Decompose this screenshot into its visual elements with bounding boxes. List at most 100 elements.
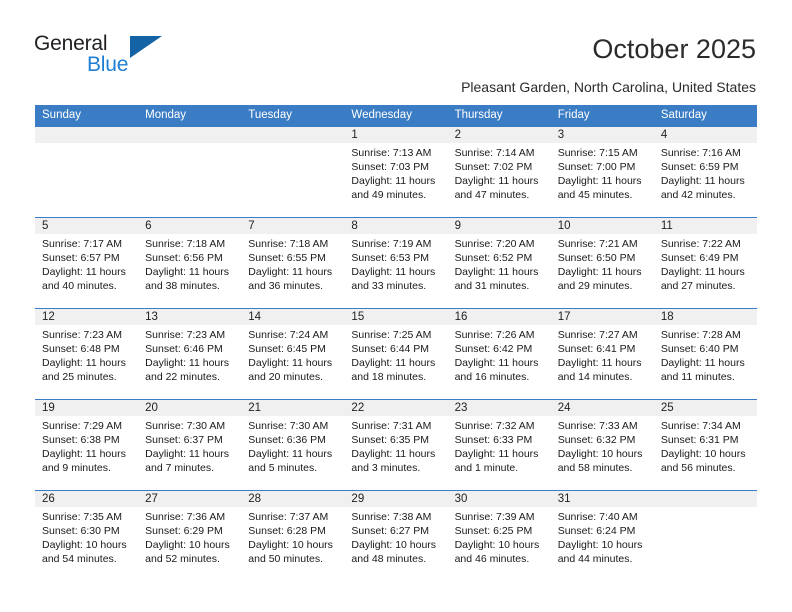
day-number: 6 [138, 218, 242, 234]
day-sun-info: Sunrise: 7:25 AM Sunset: 6:44 PM Daylight:… [344, 325, 447, 384]
calendar-day-cell[interactable]: 21 Sunrise: 7:30 AM Sunset: 6:36 PM Dayligh… [241, 399, 345, 491]
calendar-day-cell[interactable]: 25 Sunrise: 7:34 AM Sunset: 6:31 PM Dayligh… [653, 399, 757, 491]
day-cell-inner: 26 Sunrise: 7:35 AM Sunset: 6:30 PM Dayligh… [35, 491, 139, 581]
sunrise-time: Sunrise: 7:24 AM [248, 329, 329, 341]
day-number: 31 [550, 491, 654, 507]
calendar-day-cell[interactable]: 7 Sunrise: 7:18 AM Sunset: 6:55 PM Daylight… [241, 217, 345, 309]
day-cell-inner: 7 Sunrise: 7:18 AM Sunset: 6:55 PM Daylight… [241, 218, 345, 308]
calendar-day-cell[interactable]: 2 Sunrise: 7:14 AM Sunset: 7:02 PM Daylight… [447, 126, 551, 218]
daylight-duration-line1: Daylight: 11 hours [42, 357, 126, 370]
calendar-day-cell[interactable]: 18 Sunrise: 7:28 AM Sunset: 6:40 PM Dayligh… [653, 308, 757, 400]
daylight-duration-line1: Daylight: 11 hours [42, 448, 126, 461]
day-cell-inner: 4 Sunrise: 7:16 AM Sunset: 6:59 PM Daylight… [653, 127, 757, 217]
calendar-day-cell[interactable]: 16 Sunrise: 7:26 AM Sunset: 6:42 PM Dayligh… [447, 308, 551, 400]
calendar-day-cell[interactable]: 20 Sunrise: 7:30 AM Sunset: 6:37 PM Dayligh… [138, 399, 242, 491]
sunset-time: Sunset: 6:41 PM [557, 343, 636, 356]
daylight-duration-line2: and 56 minutes. [660, 462, 736, 475]
sunset-time: Sunset: 6:24 PM [557, 525, 636, 538]
day-number: 19 [35, 400, 139, 416]
calendar-day-cell[interactable]: 23 Sunrise: 7:32 AM Sunset: 6:33 PM Dayligh… [447, 399, 551, 491]
sunrise-time: Sunrise: 7:36 AM [145, 511, 226, 523]
sunset-time: Sunset: 6:31 PM [660, 434, 739, 447]
day-sun-info: Sunrise: 7:17 AM Sunset: 6:57 PM Daylight:… [35, 234, 138, 293]
calendar-day-cell[interactable]: 28 Sunrise: 7:37 AM Sunset: 6:28 PM Dayligh… [241, 490, 345, 581]
calendar-week-row: 12 Sunrise: 7:23 AM Sunset: 6:48 PM Dayligh… [35, 308, 757, 400]
sunrise-time: Sunrise: 7:30 AM [145, 420, 226, 432]
day-sun-info: Sunrise: 7:21 AM Sunset: 6:50 PM Daylight:… [551, 234, 654, 293]
calendar-day-cell[interactable]: 22 Sunrise: 7:31 AM Sunset: 6:35 PM Dayligh… [344, 399, 448, 491]
day-number: 1 [344, 127, 448, 143]
calendar-day-cell[interactable]: 29 Sunrise: 7:38 AM Sunset: 6:27 PM Dayligh… [344, 490, 448, 581]
day-number: 12 [35, 309, 139, 325]
weekday-header-row: Sunday Monday Tuesday Wednesday Thursday… [35, 105, 757, 127]
calendar-day-cell[interactable]: 13 Sunrise: 7:23 AM Sunset: 6:46 PM Dayligh… [138, 308, 242, 400]
daylight-duration-line2: and 11 minutes. [660, 371, 735, 384]
sunrise-time: Sunrise: 7:17 AM [42, 238, 122, 250]
sunset-time: Sunset: 6:52 PM [454, 252, 533, 265]
calendar-day-cell[interactable]: 24 Sunrise: 7:33 AM Sunset: 6:32 PM Dayligh… [550, 399, 654, 491]
daylight-duration-line2: and 14 minutes. [557, 371, 633, 384]
day-cell-inner: 1 Sunrise: 7:13 AM Sunset: 7:03 PM Daylight… [344, 127, 448, 217]
daylight-duration-line1: Daylight: 10 hours [42, 539, 127, 552]
day-number: 7 [241, 218, 345, 234]
calendar-day-cell[interactable]: 27 Sunrise: 7:36 AM Sunset: 6:29 PM Dayligh… [138, 490, 242, 581]
calendar-day-cell[interactable]: 19 Sunrise: 7:29 AM Sunset: 6:38 PM Dayligh… [35, 399, 139, 491]
calendar-day-cell[interactable]: 1 Sunrise: 7:13 AM Sunset: 7:03 PM Daylight… [344, 126, 448, 218]
day-cell-inner: 15 Sunrise: 7:25 AM Sunset: 6:44 PM Dayligh… [344, 309, 448, 399]
calendar-day-cell[interactable]: 10 Sunrise: 7:21 AM Sunset: 6:50 PM Dayligh… [550, 217, 654, 309]
sunrise-time: Sunrise: 7:18 AM [248, 238, 329, 250]
sunset-time: Sunset: 7:00 PM [557, 161, 636, 174]
calendar-day-cell[interactable]: 26 Sunrise: 7:35 AM Sunset: 6:30 PM Dayligh… [35, 490, 139, 581]
calendar-day-cell[interactable]: 5 Sunrise: 7:17 AM Sunset: 6:57 PM Daylight… [35, 217, 139, 309]
sunset-time: Sunset: 6:48 PM [42, 343, 120, 356]
day-number: 22 [344, 400, 448, 416]
day-number: 26 [35, 491, 139, 507]
sunset-time: Sunset: 6:44 PM [351, 343, 430, 356]
calendar-day-cell[interactable]: 15 Sunrise: 7:25 AM Sunset: 6:44 PM Dayligh… [344, 308, 448, 400]
day-number: 3 [550, 127, 654, 143]
calendar-week-row: 1 Sunrise: 7:13 AM Sunset: 7:03 PM Daylight… [35, 126, 757, 218]
sunset-time: Sunset: 6:55 PM [248, 252, 326, 265]
sunset-time: Sunset: 6:50 PM [557, 252, 636, 265]
page-title: October 2025 [592, 34, 756, 64]
day-sun-info: Sunrise: 7:29 AM Sunset: 6:38 PM Daylight:… [35, 416, 138, 475]
calendar-day-cell[interactable]: 31 Sunrise: 7:40 AM Sunset: 6:24 PM Dayligh… [550, 490, 654, 581]
calendar-day-cell[interactable]: 12 Sunrise: 7:23 AM Sunset: 6:48 PM Dayligh… [35, 308, 139, 400]
weekday-header-saturday: Saturday [653, 105, 757, 127]
daylight-duration-line1: Daylight: 11 hours [351, 448, 436, 461]
day-number [35, 127, 139, 143]
day-sun-info: Sunrise: 7:24 AM Sunset: 6:45 PM Daylight:… [241, 325, 344, 384]
day-cell-inner: 18 Sunrise: 7:28 AM Sunset: 6:40 PM Dayligh… [653, 309, 757, 399]
calendar-day-cell[interactable]: 11 Sunrise: 7:22 AM Sunset: 6:49 PM Dayligh… [653, 217, 757, 309]
daylight-duration-line1: Daylight: 11 hours [351, 175, 436, 188]
daylight-duration-line1: Daylight: 11 hours [351, 357, 436, 370]
calendar-day-cell[interactable]: 6 Sunrise: 7:18 AM Sunset: 6:56 PM Daylight… [138, 217, 242, 309]
calendar-day-cell[interactable]: 8 Sunrise: 7:19 AM Sunset: 6:53 PM Daylight… [344, 217, 448, 309]
daylight-duration-line1: Daylight: 10 hours [351, 539, 437, 552]
sunset-time: Sunset: 6:35 PM [351, 434, 430, 447]
day-number: 11 [653, 218, 757, 234]
daylight-duration-line1: Daylight: 10 hours [145, 539, 230, 552]
calendar-day-cell[interactable]: 4 Sunrise: 7:16 AM Sunset: 6:59 PM Daylight… [653, 126, 757, 218]
daylight-duration-line2: and 29 minutes. [557, 280, 633, 293]
day-sun-info: Sunrise: 7:15 AM Sunset: 7:00 PM Daylight:… [551, 143, 654, 202]
calendar-day-cell[interactable]: 9 Sunrise: 7:20 AM Sunset: 6:52 PM Daylight… [447, 217, 551, 309]
sunset-time: Sunset: 6:57 PM [42, 252, 120, 265]
daylight-duration-line1: Daylight: 11 hours [557, 175, 642, 188]
day-sun-info: Sunrise: 7:20 AM Sunset: 6:52 PM Daylight:… [448, 234, 551, 293]
sunrise-time: Sunrise: 7:37 AM [248, 511, 329, 523]
day-number [653, 491, 757, 507]
calendar-day-cell[interactable]: 3 Sunrise: 7:15 AM Sunset: 7:00 PM Daylight… [550, 126, 654, 218]
calendar-day-cell[interactable]: 14 Sunrise: 7:24 AM Sunset: 6:45 PM Dayligh… [241, 308, 345, 400]
calendar-body: 1 Sunrise: 7:13 AM Sunset: 7:03 PM Daylight… [35, 126, 757, 581]
daylight-duration-line2: and 18 minutes. [351, 371, 427, 384]
day-number: 16 [447, 309, 551, 325]
calendar-day-cell[interactable]: 30 Sunrise: 7:39 AM Sunset: 6:25 PM Dayligh… [447, 490, 551, 581]
day-sun-info: Sunrise: 7:39 AM Sunset: 6:25 PM Daylight:… [448, 507, 551, 566]
day-cell-inner: 23 Sunrise: 7:32 AM Sunset: 6:33 PM Dayligh… [447, 400, 551, 490]
calendar-day-cell[interactable]: 17 Sunrise: 7:27 AM Sunset: 6:41 PM Dayligh… [550, 308, 654, 400]
day-cell-inner: 16 Sunrise: 7:26 AM Sunset: 6:42 PM Dayligh… [447, 309, 551, 399]
daylight-duration-line1: Daylight: 10 hours [660, 448, 746, 461]
calendar-day-cell [241, 126, 345, 218]
daylight-duration-line1: Daylight: 11 hours [248, 266, 333, 279]
